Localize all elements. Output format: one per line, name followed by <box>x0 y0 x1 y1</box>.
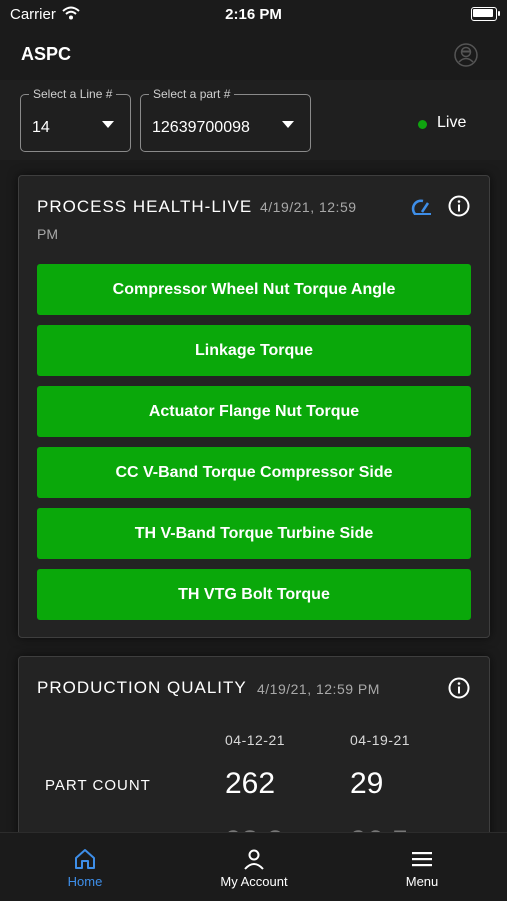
live-status-label: Live <box>437 114 467 131</box>
app-title: ASPC <box>21 44 72 64</box>
process-item-button[interactable]: CC V-Band Torque Compressor Side <box>37 447 471 498</box>
info-icon[interactable] <box>448 677 470 699</box>
live-status-dot <box>418 120 427 129</box>
card-timestamp: 4/19/21, 12:59 PM <box>257 681 380 697</box>
process-item-button[interactable]: Actuator Flange Nut Torque <box>37 386 471 437</box>
card-title: PROCESS HEALTH-LIVE <box>37 197 253 216</box>
process-health-card: PROCESS HEALTH-LIVE 4/19/21, 12:59 PM Co… <box>18 175 490 638</box>
part-select-label: Select a part # <box>149 87 235 101</box>
home-icon <box>75 849 95 869</box>
process-item-button[interactable]: TH V-Band Torque Turbine Side <box>37 508 471 559</box>
row-label: PART COUNT <box>45 777 151 794</box>
process-item-button[interactable]: TH VTG Bolt Torque <box>37 569 471 620</box>
process-item-button[interactable]: Linkage Torque <box>37 325 471 376</box>
tab-home[interactable]: Home <box>25 833 145 901</box>
tab-label: My Account <box>220 874 288 889</box>
row-value: 262 <box>225 767 276 800</box>
production-quality-card: PRODUCTION QUALITY 4/19/21, 12:59 PM 04-… <box>18 656 490 858</box>
card-title: PRODUCTION QUALITY <box>37 678 247 697</box>
account-icon <box>244 849 264 870</box>
row-value: 29 <box>350 767 384 800</box>
operator-profile-icon[interactable] <box>453 42 479 68</box>
line-select[interactable]: Select a Line # 14 <box>20 87 131 152</box>
tab-label: Menu <box>405 874 439 889</box>
part-select[interactable]: Select a part # 12639700098 <box>140 87 311 152</box>
part-select-value: 12639700098 <box>152 119 250 136</box>
line-select-value: 14 <box>32 119 50 136</box>
bottom-tab-bar: Home My Account Menu <box>0 832 507 901</box>
card-timestamp: 4/19/21, 12:59 <box>260 199 357 215</box>
filter-bar: Select a Line # 14 Select a part # 12639… <box>0 80 507 160</box>
card-timestamp-continued: PM <box>37 226 58 242</box>
tab-menu[interactable]: Menu <box>362 833 482 901</box>
status-time: 2:16 PM <box>225 6 282 23</box>
tab-label: Home <box>67 874 103 889</box>
column-date: 04-12-21 <box>225 732 286 748</box>
caret-down-icon <box>282 121 294 128</box>
tab-my-account[interactable]: My Account <box>194 833 314 901</box>
column-date: 04-19-21 <box>350 732 411 748</box>
caret-down-icon <box>102 121 114 128</box>
battery-icon <box>471 7 500 21</box>
info-icon[interactable] <box>448 195 470 217</box>
menu-icon <box>412 852 432 867</box>
gauge-icon[interactable] <box>411 196 433 218</box>
process-item-button[interactable]: Compressor Wheel Nut Torque Angle <box>37 264 471 315</box>
app-bar: ASPC <box>0 30 507 80</box>
line-select-label: Select a Line # <box>29 87 117 101</box>
status-bar: Carrier 2:16 PM <box>0 0 507 30</box>
